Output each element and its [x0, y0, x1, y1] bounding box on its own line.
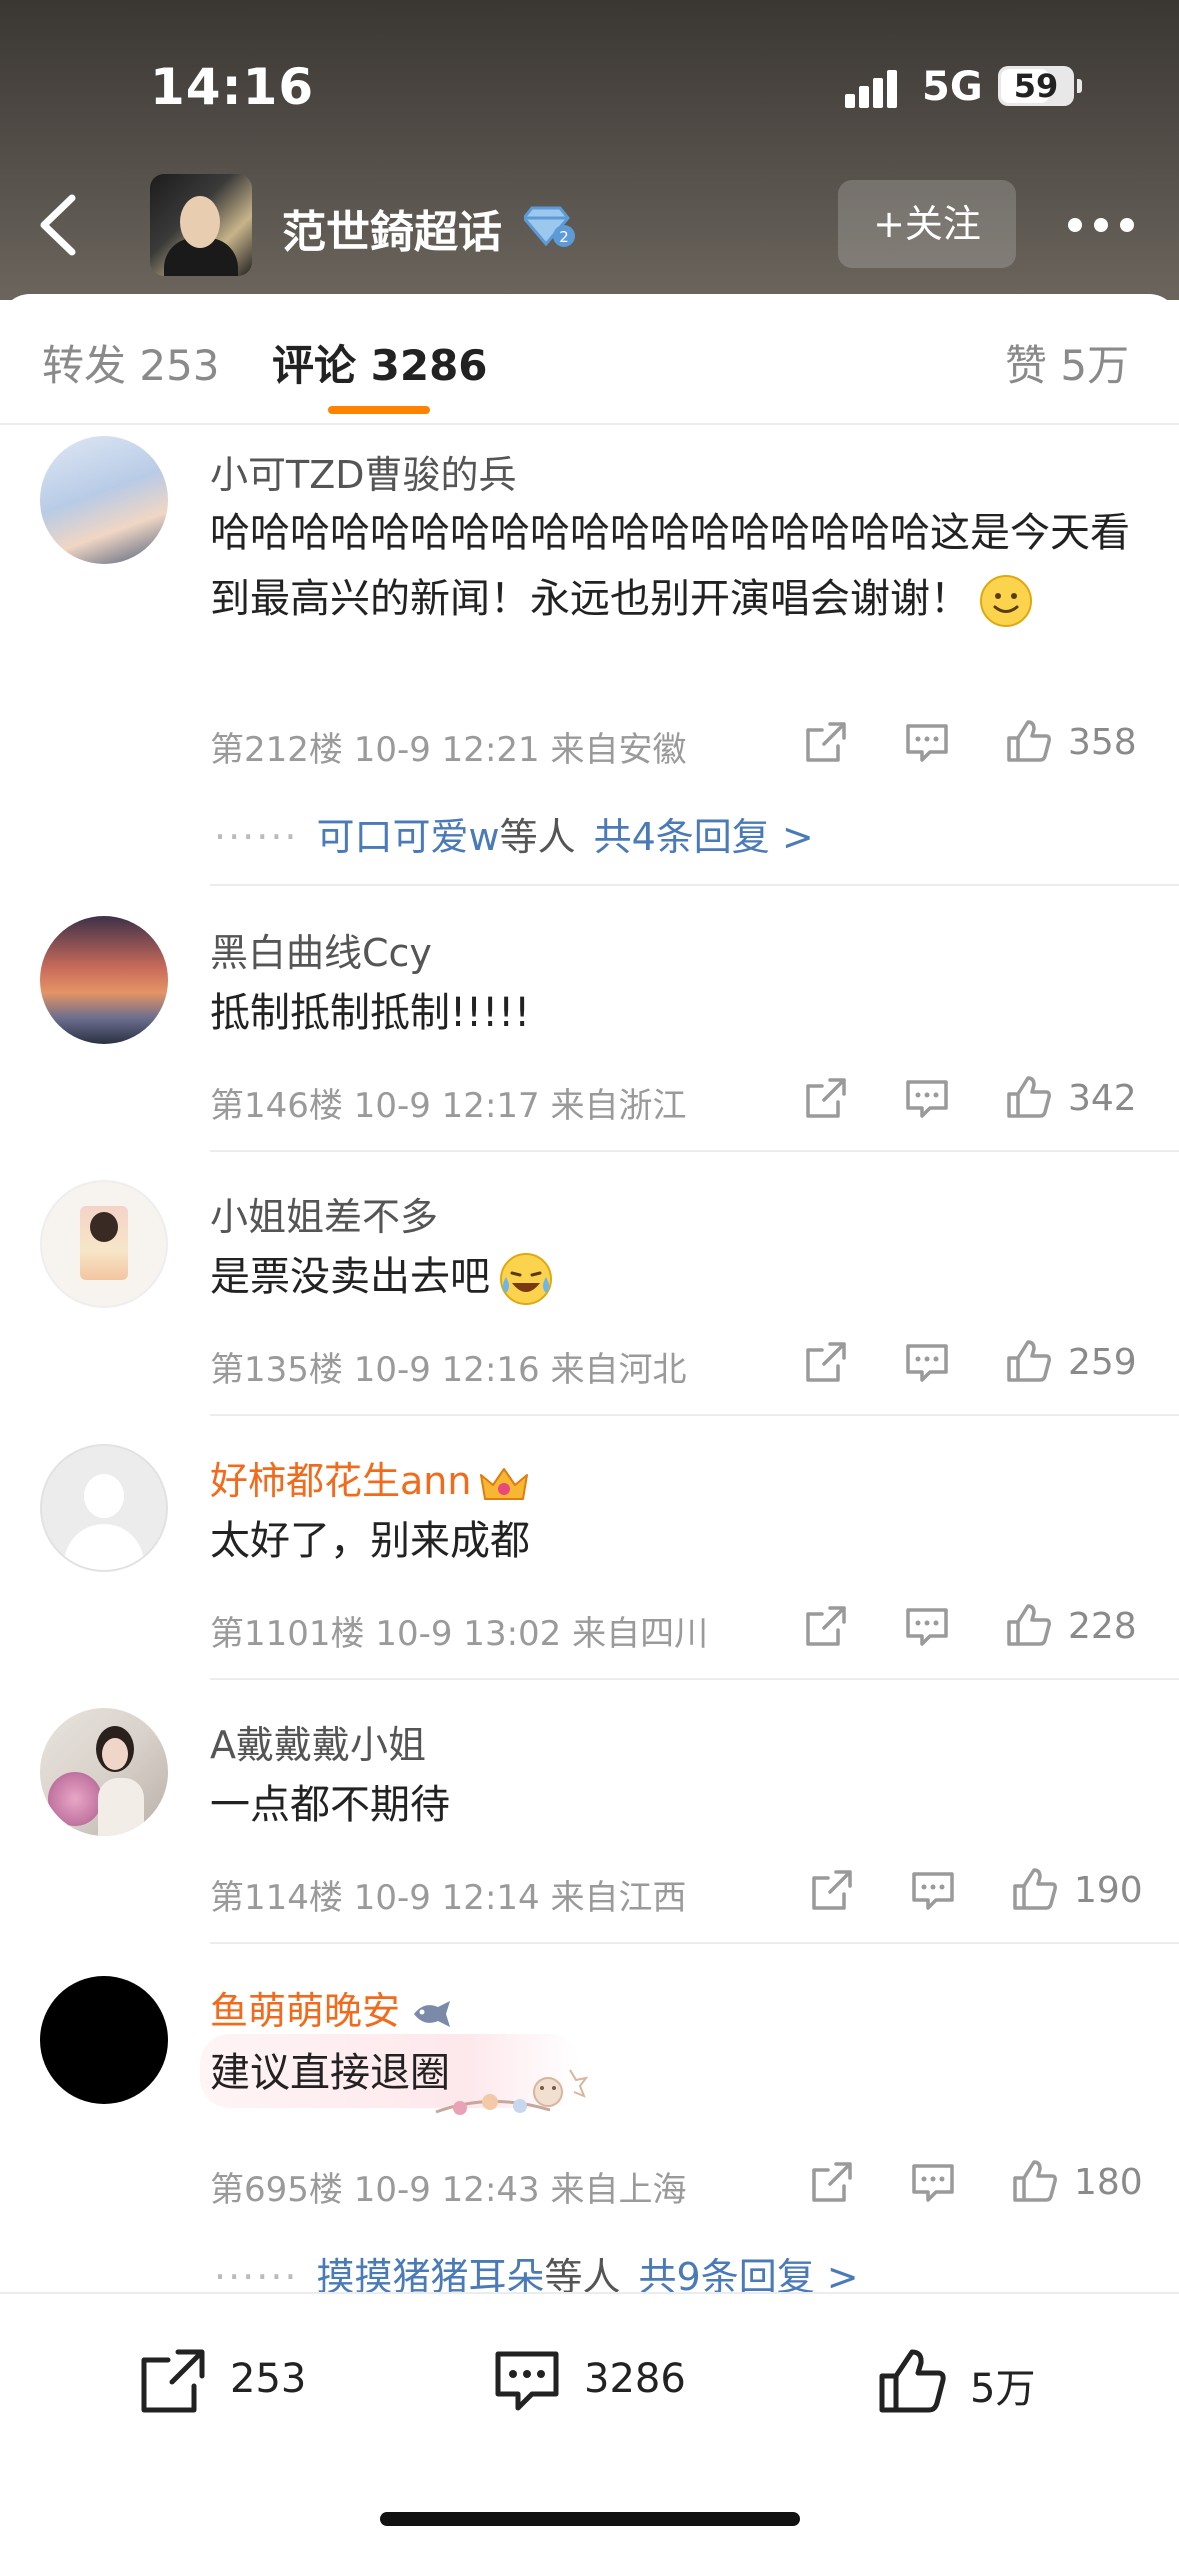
comment-text: 哈哈哈哈哈哈哈哈哈哈哈哈哈哈哈哈哈哈这是今天看到最高兴的新闻！永远也别开演唱会谢…	[210, 500, 1140, 632]
comment-text: 建议直接退圈	[210, 2050, 450, 2096]
status-time: 14:16	[150, 58, 315, 116]
divider	[210, 1414, 1179, 1416]
comment-icon	[495, 2351, 559, 2411]
repost-icon	[141, 2349, 205, 2413]
repost-count: 253	[230, 2356, 307, 2402]
home-indicator[interactable]	[380, 2512, 800, 2526]
default-avatar[interactable]	[40, 1444, 168, 1572]
commenter-name[interactable]: 鱼萌萌晚安	[210, 1980, 454, 2035]
crying-laugh-emoji-icon	[500, 1253, 552, 1305]
share-icon[interactable]	[800, 1074, 850, 1124]
like-icon[interactable]	[1004, 1600, 1054, 1650]
comment-icon[interactable]	[908, 1866, 958, 1916]
like-icon[interactable]	[1004, 1336, 1054, 1386]
back-button[interactable]	[30, 190, 90, 260]
active-tab-indicator	[328, 406, 430, 414]
comment-icon[interactable]	[902, 718, 952, 768]
like-icon[interactable]	[1010, 1864, 1060, 1914]
commenter-name[interactable]: 好柿都花生ann	[210, 1450, 531, 1505]
network-type: 5G	[922, 64, 983, 110]
like-count: 5万	[970, 2366, 1036, 2412]
crown-icon	[480, 1467, 529, 1500]
avatar[interactable]	[40, 1708, 168, 1836]
commenter-name[interactable]: A戴戴戴小姐	[210, 1714, 426, 1769]
cellular-signal-icon	[845, 68, 905, 108]
comment-meta: 第1101楼 10-9 13:02 来自四川	[210, 1614, 709, 1654]
like-count: 259	[1068, 1342, 1137, 1383]
topic-title[interactable]: 范世錡超话	[282, 196, 502, 260]
comment-icon[interactable]	[908, 2158, 958, 2208]
like-count: 228	[1068, 1606, 1137, 1647]
comment-sheet	[0, 294, 1179, 2556]
battery-icon: 59	[998, 66, 1082, 106]
battery-level: 59	[1013, 67, 1059, 105]
comment-meta: 第695楼 10-9 12:43 来自上海	[210, 2170, 687, 2210]
svg-text:2: 2	[559, 228, 569, 246]
comment-icon[interactable]	[902, 1074, 952, 1124]
comment-meta: 第114楼 10-9 12:14 来自江西	[210, 1878, 687, 1918]
fish-icon	[414, 2000, 451, 2027]
smile-emoji-icon	[980, 575, 1032, 627]
share-icon[interactable]	[800, 1602, 850, 1652]
commenter-name[interactable]: 小可TZD曹骏的兵	[210, 444, 517, 499]
share-icon[interactable]	[800, 1338, 850, 1388]
share-icon[interactable]	[806, 1866, 856, 1916]
comment-icon[interactable]	[902, 1602, 952, 1652]
divider	[0, 423, 1179, 425]
like-count: 358	[1068, 722, 1137, 763]
commenter-name[interactable]: 黑白曲线Ccy	[210, 922, 432, 977]
avatar[interactable]	[40, 916, 168, 1044]
thumbs-up-icon	[879, 2349, 946, 2413]
tab-comment[interactable]: 评论 3286	[272, 332, 488, 393]
comment-count: 3286	[584, 2356, 686, 2402]
diamond-badge-icon: 2	[524, 206, 575, 247]
divider	[210, 1942, 1179, 1944]
comment-meta: 第135楼 10-9 12:16 来自河北	[210, 1350, 687, 1390]
tab-repost[interactable]: 转发 253	[42, 332, 220, 393]
like-icon[interactable]	[1010, 2156, 1060, 2206]
avatar[interactable]	[40, 1976, 168, 2104]
divider	[210, 1150, 1179, 1152]
divider	[210, 884, 1179, 886]
like-icon[interactable]	[1004, 716, 1054, 766]
share-icon[interactable]	[806, 2158, 856, 2208]
divider	[210, 1678, 1179, 1680]
comment-meta: 第146楼 10-9 12:17 来自浙江	[210, 1086, 687, 1126]
comment-text: 一点都不期待	[210, 1782, 450, 1828]
top-header: 14:16 5G 59 范世錡超话 2 +关注	[0, 0, 1179, 300]
follow-button[interactable]: +关注	[838, 180, 1016, 268]
like-count: 180	[1074, 2162, 1143, 2203]
like-icon[interactable]	[1004, 1072, 1054, 1122]
comment-meta: 第212楼 10-9 12:21 来自安徽	[210, 730, 687, 770]
reply-summary[interactable]: ······ 可口可爱w等人 共4条回复 >	[214, 806, 814, 861]
avatar[interactable]	[40, 436, 168, 564]
like-count: 342	[1068, 1078, 1137, 1119]
avatar[interactable]	[40, 1180, 168, 1308]
commenter-name[interactable]: 小姐姐差不多	[210, 1186, 438, 1241]
tab-bar: 转发 253 评论 3286 赞 5万	[0, 294, 1179, 424]
topic-thumbnail[interactable]	[150, 174, 252, 276]
comment-text: 太好了，别来成都	[210, 1518, 530, 1564]
comment-text: 是票没卖出去吧	[210, 1244, 1140, 1310]
like-count: 190	[1074, 1870, 1143, 1911]
chevron-left-icon	[40, 194, 76, 256]
comment-text: 抵制抵制抵制!!!!!	[210, 990, 531, 1036]
comment-icon[interactable]	[902, 1338, 952, 1388]
tab-like[interactable]: 赞 5万	[1005, 332, 1129, 393]
more-options-button[interactable]	[1068, 200, 1138, 246]
share-icon[interactable]	[800, 718, 850, 768]
